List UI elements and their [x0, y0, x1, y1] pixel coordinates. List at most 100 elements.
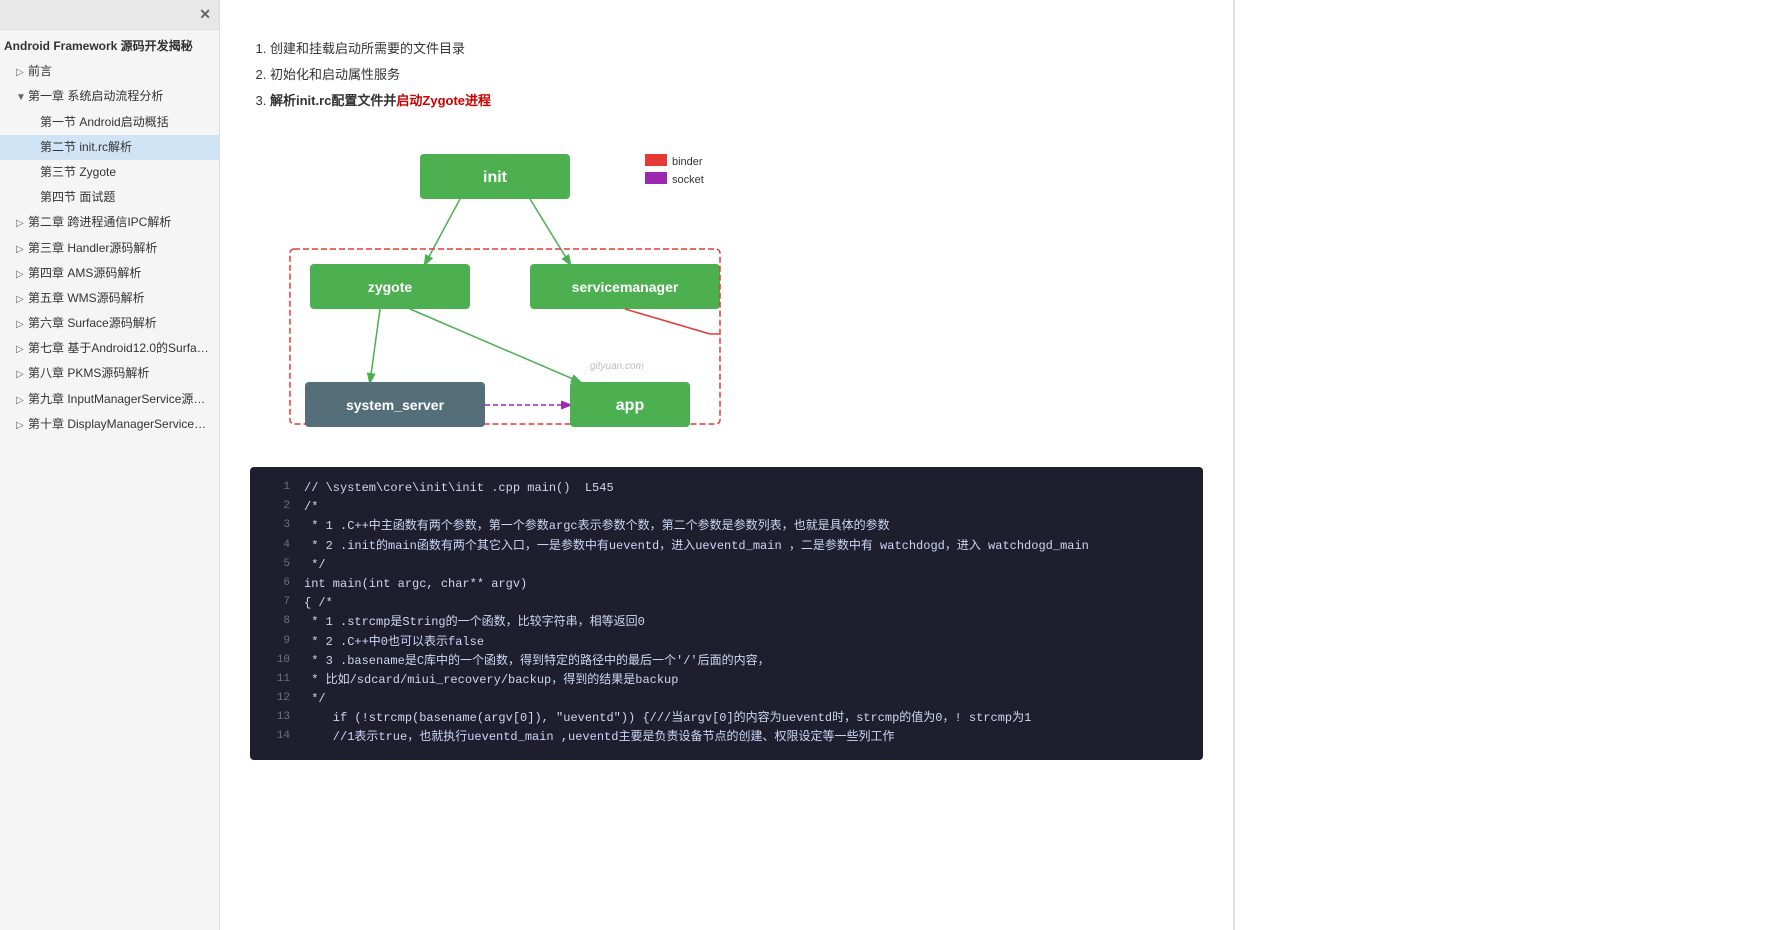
sidebar-header: ✕ — [0, 0, 219, 30]
expand-icon: ▷ — [16, 342, 26, 358]
line-number: 5 — [262, 556, 290, 575]
line-number: 2 — [262, 498, 290, 517]
sidebar-item-label: 第三章 Handler源码解析 — [28, 241, 157, 255]
line-content: * 2 .C++中0也可以表示false — [304, 633, 1191, 652]
line-number: 9 — [262, 633, 290, 652]
svg-text:system_server: system_server — [346, 397, 445, 413]
sidebar-item-ch1-s4[interactable]: 第四节 面试题 — [0, 185, 219, 210]
sidebar-item-label: 第十章 DisplayManagerService源码解析 — [28, 417, 219, 431]
main-area: 创建和挂载启动所需要的文件目录 初始化和启动属性服务 解析init.rc配置文件… — [220, 0, 1774, 930]
svg-text:zygote: zygote — [368, 279, 413, 295]
expand-icon: ▷ — [16, 418, 26, 434]
line-content: * 比如/sdcard/miui_recovery/backup，得到的结果是b… — [304, 671, 1191, 690]
sidebar-item-ch1-s1[interactable]: 第一节 Android启动概括 — [0, 110, 219, 135]
list-item-2: 初始化和启动属性服务 — [270, 62, 1203, 88]
code-line: 7 { /* — [250, 594, 1203, 613]
line-number: 13 — [262, 709, 290, 728]
svg-text:socket: socket — [672, 174, 704, 186]
line-content: */ — [304, 556, 1191, 575]
sidebar-item-book-title[interactable]: Android Framework 源码开发揭秘 — [0, 34, 219, 59]
line-number: 12 — [262, 690, 290, 709]
line-content: */ — [304, 690, 1191, 709]
sidebar-item-ch1[interactable]: ▼第一章 系统启动流程分析 — [0, 84, 219, 109]
line-number: 8 — [262, 613, 290, 632]
code-line: 14 //1表示true，也就执行ueventd_main ,ueventd主要… — [250, 728, 1203, 747]
line-content: //1表示true，也就执行ueventd_main ,ueventd主要是负责… — [304, 728, 1191, 747]
line-content: * 1 .strcmp是String的一个函数，比较字符串，相等返回0 — [304, 613, 1191, 632]
line-number: 14 — [262, 728, 290, 747]
code-line: 1 // \system\core\init\init .cpp main() L… — [250, 479, 1203, 498]
sidebar-item-preface[interactable]: ▷前言 — [0, 59, 219, 84]
line-number: 11 — [262, 671, 290, 690]
code-line: 6 int main(int argc, char** argv) — [250, 575, 1203, 594]
sidebar: ✕ Android Framework 源码开发揭秘▷前言▼第一章 系统启动流程… — [0, 0, 220, 930]
line-number: 4 — [262, 537, 290, 556]
expand-icon: ▷ — [16, 65, 26, 81]
sidebar-item-ch8[interactable]: ▷第八章 PKMS源码解析 — [0, 361, 219, 386]
sidebar-item-ch5[interactable]: ▷第五章 WMS源码解析 — [0, 286, 219, 311]
code-line: 2 /* — [250, 498, 1203, 517]
code-line: 10 * 3 .basename是C库中的一个函数，得到特定的路径中的最后一个'… — [250, 652, 1203, 671]
expand-icon: ▷ — [16, 216, 26, 232]
sidebar-item-ch9[interactable]: ▷第九章 InputManagerService源码解析 — [0, 387, 219, 412]
code-line: 13 if (!strcmp(basename(argv[0]), "ueven… — [250, 709, 1203, 728]
sidebar-item-ch2[interactable]: ▷第二章 跨进程通信IPC解析 — [0, 210, 219, 235]
list-item-3: 解析init.rc配置文件并启动Zygote进程 — [270, 88, 1203, 114]
line-content: * 3 .basename是C库中的一个函数，得到特定的路径中的最后一个'/'后… — [304, 652, 1191, 671]
sidebar-tree: Android Framework 源码开发揭秘▷前言▼第一章 系统启动流程分析… — [0, 30, 219, 441]
code-line: 3 * 1 .C++中主函数有两个参数，第一个参数argc表示参数个数，第二个参… — [250, 517, 1203, 536]
expand-icon: ▷ — [16, 292, 26, 308]
sidebar-item-label: 第六章 Surface源码解析 — [28, 316, 157, 330]
svg-text:gityuan.com: gityuan.com — [590, 361, 644, 372]
line-content: int main(int argc, char** argv) — [304, 575, 1191, 594]
list-item-1: 创建和挂载启动所需要的文件目录 — [270, 36, 1203, 62]
line-content: // \system\core\init\init .cpp main() L5… — [304, 479, 1191, 498]
sidebar-item-ch7[interactable]: ▷第七章 基于Android12.0的SurfaceFlinger源 — [0, 336, 219, 361]
sidebar-item-label: 第八章 PKMS源码解析 — [28, 366, 149, 380]
line-number: 6 — [262, 575, 290, 594]
sidebar-item-ch10[interactable]: ▷第十章 DisplayManagerService源码解析 — [0, 412, 219, 437]
code-line: 4 * 2 .init的main函数有两个其它入口，一是参数中有ueventd，… — [250, 537, 1203, 556]
sidebar-item-label: 第三节 Zygote — [40, 165, 116, 179]
doc-list: 创建和挂载启动所需要的文件目录 初始化和启动属性服务 解析init.rc配置文件… — [270, 36, 1203, 114]
code-line: 9 * 2 .C++中0也可以表示false — [250, 633, 1203, 652]
code-line: 5 */ — [250, 556, 1203, 575]
svg-text:servicemanager: servicemanager — [572, 279, 679, 295]
sidebar-item-ch6[interactable]: ▷第六章 Surface源码解析 — [0, 311, 219, 336]
sidebar-item-ch3[interactable]: ▷第三章 Handler源码解析 — [0, 236, 219, 261]
line-content: /* — [304, 498, 1191, 517]
svg-text:binder: binder — [672, 156, 703, 168]
svg-text:app: app — [616, 397, 645, 414]
sidebar-item-label: 第一节 Android启动概括 — [40, 115, 169, 129]
expand-icon: ▷ — [16, 242, 26, 258]
expand-icon: ▷ — [16, 393, 26, 409]
sidebar-item-ch1-s2[interactable]: 第二节 init.rc解析 — [0, 135, 219, 160]
line-content: * 1 .C++中主函数有两个参数，第一个参数argc表示参数个数，第二个参数是… — [304, 517, 1191, 536]
doc-area: 创建和挂载启动所需要的文件目录 初始化和启动属性服务 解析init.rc配置文件… — [220, 0, 1234, 930]
line-number: 7 — [262, 594, 290, 613]
code-panel — [1234, 0, 1774, 930]
line-number: 1 — [262, 479, 290, 498]
line-content: if (!strcmp(basename(argv[0]), "ueventd"… — [304, 709, 1191, 728]
expand-icon: ▼ — [16, 90, 26, 106]
sidebar-close-icon[interactable]: ✕ — [199, 6, 211, 23]
code-line: 8 * 1 .strcmp是String的一个函数，比较字符串，相等返回0 — [250, 613, 1203, 632]
sidebar-item-label: 第二节 init.rc解析 — [40, 140, 132, 154]
code-block: 1 // \system\core\init\init .cpp main() L… — [250, 467, 1203, 760]
sidebar-item-label: 第四章 AMS源码解析 — [28, 266, 141, 280]
sidebar-item-label: 前言 — [28, 64, 52, 78]
svg-text:init: init — [483, 169, 508, 186]
line-number: 10 — [262, 652, 290, 671]
expand-icon: ▷ — [16, 267, 26, 283]
sidebar-item-label: 第五章 WMS源码解析 — [28, 291, 145, 305]
sidebar-item-ch1-s3[interactable]: 第三节 Zygote — [0, 160, 219, 185]
sidebar-item-label: Android Framework 源码开发揭秘 — [4, 39, 193, 53]
sidebar-item-ch4[interactable]: ▷第四章 AMS源码解析 — [0, 261, 219, 286]
line-content: { /* — [304, 594, 1191, 613]
diagram-container: init zygote servicemanager — [250, 134, 1203, 447]
diagram-svg: init zygote servicemanager — [250, 134, 1203, 447]
expand-icon: ▷ — [16, 317, 26, 333]
sidebar-item-label: 第九章 InputManagerService源码解析 — [28, 392, 219, 406]
code-line: 11 * 比如/sdcard/miui_recovery/backup，得到的结… — [250, 671, 1203, 690]
expand-icon: ▷ — [16, 367, 26, 383]
